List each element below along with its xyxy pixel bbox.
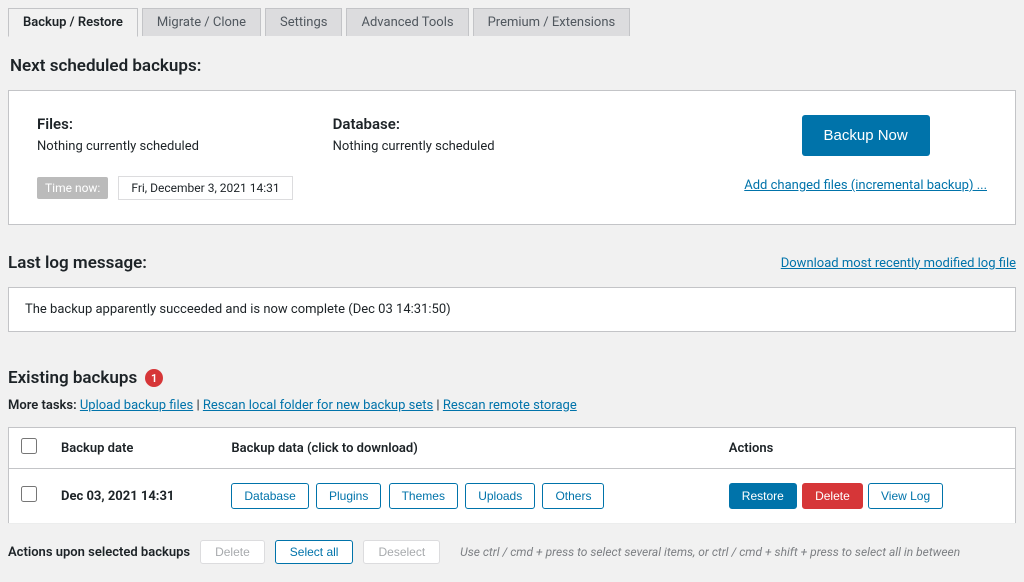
col-backup-date: Backup date [49,428,219,469]
delete-button[interactable]: Delete [802,483,863,509]
existing-backups-heading: Existing backups [8,368,137,388]
tab-bar: Backup / Restore Migrate / Clone Setting… [8,8,1016,36]
more-tasks-line: More tasks: Upload backup files | Rescan… [8,398,1016,413]
more-tasks-prefix: More tasks: [8,398,77,413]
backup-actions: Backup Now Add changed files (incrementa… [744,115,987,193]
rescan-local-link[interactable]: Rescan local folder for new backup sets [203,398,433,413]
download-database-button[interactable]: Database [231,483,308,509]
rescan-remote-link[interactable]: Rescan remote storage [443,398,577,413]
upload-backup-files-link[interactable]: Upload backup files [80,398,193,413]
database-title: Database: [333,115,533,133]
backup-table: Backup date Backup data (click to downlo… [8,427,1016,524]
tab-advanced-tools[interactable]: Advanced Tools [346,8,468,36]
tab-premium-extensions[interactable]: Premium / Extensions [473,8,631,36]
bulk-delete-button[interactable]: Delete [200,540,265,564]
backup-data-cell: Database Plugins Themes Uploads Others [219,469,716,524]
database-column: Database: Nothing currently scheduled [333,115,533,154]
backup-date-cell: Dec 03, 2021 14:31 [49,469,219,524]
bulk-deselect-button[interactable]: Deselect [363,540,440,564]
files-column: Files: Nothing currently scheduled Time … [37,115,293,200]
tab-backup-restore[interactable]: Backup / Restore [8,8,138,37]
backup-count-badge: 1 [145,369,163,387]
view-log-button[interactable]: View Log [868,483,943,509]
time-now-label: Time now: [37,177,108,199]
tab-migrate-clone[interactable]: Migrate / Clone [142,8,261,36]
download-themes-button[interactable]: Themes [389,483,458,509]
download-uploads-button[interactable]: Uploads [465,483,535,509]
row-checkbox[interactable] [21,486,37,502]
download-plugins-button[interactable]: Plugins [316,483,381,509]
files-title: Files: [37,115,293,133]
incremental-backup-link[interactable]: Add changed files (incremental backup) .… [744,178,987,193]
restore-button[interactable]: Restore [729,483,797,509]
time-now-value: Fri, December 3, 2021 14:31 [118,176,292,200]
backup-now-button[interactable]: Backup Now [802,115,930,156]
col-backup-data: Backup data (click to download) [219,428,716,469]
last-log-heading: Last log message: [8,253,147,273]
bulk-select-all-button[interactable]: Select all [275,540,354,564]
files-status: Nothing currently scheduled [37,139,293,154]
log-message-text: The backup apparently succeeded and is n… [8,287,1016,332]
download-others-button[interactable]: Others [542,483,604,509]
bulk-hint-text: Use ctrl / cmd + press to select several… [460,545,960,559]
col-actions: Actions [717,428,1016,469]
actions-cell: Restore Delete View Log [717,469,1016,524]
database-status: Nothing currently scheduled [333,139,533,154]
select-all-checkbox[interactable] [21,438,37,454]
bulk-label: Actions upon selected backups [8,545,190,560]
download-log-link[interactable]: Download most recently modified log file [781,256,1016,271]
table-row: Dec 03, 2021 14:31 Database Plugins Them… [9,469,1016,524]
tab-settings[interactable]: Settings [265,8,342,36]
next-scheduled-panel: Files: Nothing currently scheduled Time … [8,90,1016,225]
next-scheduled-heading: Next scheduled backups: [10,56,1016,76]
bulk-actions-row: Actions upon selected backups Delete Sel… [8,540,1016,564]
